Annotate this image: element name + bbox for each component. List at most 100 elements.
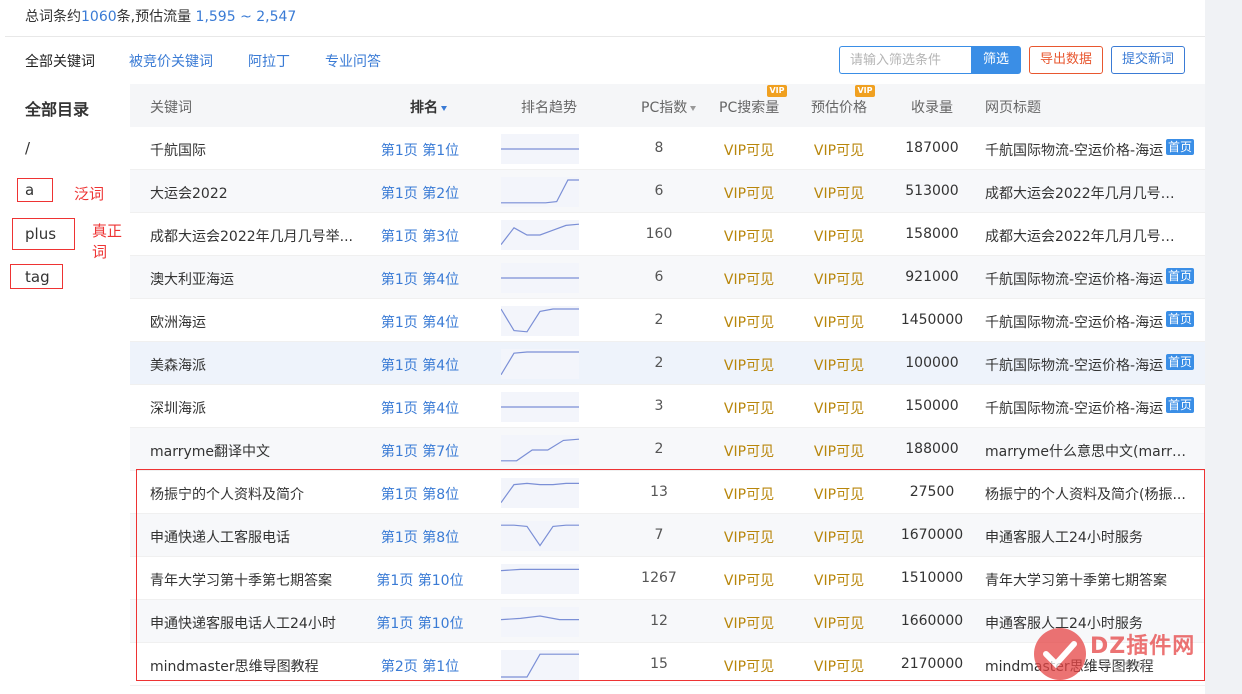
trend-sparkline	[501, 263, 579, 293]
keyword-cell[interactable]: 申通快递人工客服电话	[150, 527, 360, 547]
est-price-cell[interactable]: VIP可见	[800, 183, 878, 203]
trend-line-chart	[501, 406, 579, 408]
table-row[interactable]: 澳大利亚海运 第1页 第4位 6 VIP可见 VIP可见 921000 千航国际物流-空运价…	[130, 256, 1205, 299]
rank-cell: 第2页 第1位	[380, 659, 460, 675]
trend-line	[501, 223, 579, 245]
pc-search-cell[interactable]: VIP可见	[710, 527, 788, 547]
est-price-cell[interactable]: VIP可见	[800, 355, 878, 375]
keyword-cell[interactable]: 美森海派	[150, 355, 360, 375]
page-title-cell[interactable]: 千航国际物流-空运价格-海运	[985, 355, 1187, 375]
pc-search-cell[interactable]: VIP可见	[710, 355, 788, 375]
est-price-cell[interactable]: VIP可见	[800, 269, 878, 289]
trend-line	[501, 308, 579, 333]
est-price-cell[interactable]: VIP可见	[800, 484, 878, 504]
tab-aladdin[interactable]: 阿拉丁	[248, 51, 290, 71]
page-title-cell[interactable]: 千航国际物流-空运价格-海运	[985, 398, 1187, 418]
filter-button[interactable]: 筛选	[971, 46, 1021, 74]
keyword-cell[interactable]: 青年大学习第十季第七期答案	[150, 570, 360, 590]
page-title-cell[interactable]: marryme什么意思中文(marry...	[985, 441, 1187, 461]
page-title-cell[interactable]: 申通客服人工24小时服务	[985, 527, 1187, 547]
est-price-cell[interactable]: VIP可见	[800, 226, 878, 246]
indexed-count-cell: 27500	[909, 484, 955, 500]
tab-professional-qa[interactable]: 专业问答	[325, 51, 381, 71]
keyword-cell[interactable]: 杨振宁的个人资料及简介	[150, 484, 360, 504]
trend-line-chart	[501, 615, 579, 621]
tab-bidding-keywords[interactable]: 被竞价关键词	[129, 51, 213, 71]
keyword-cell[interactable]: 千航国际	[150, 140, 360, 160]
pc-index-cell: 6	[654, 269, 664, 285]
page-title-cell[interactable]: 千航国际物流-空运价格-海运	[985, 312, 1187, 332]
keyword-cell[interactable]: 欧洲海运	[150, 312, 360, 332]
col-trend: 排名趋势	[521, 100, 577, 116]
pc-search-cell[interactable]: VIP可见	[710, 312, 788, 332]
trend-sparkline	[501, 349, 579, 379]
sidebar-item-plus[interactable]: plus	[25, 225, 56, 243]
pc-search-cell[interactable]: VIP可见	[710, 484, 788, 504]
trend-sparkline	[501, 564, 579, 594]
submit-new-keyword-button[interactable]: 提交新词	[1111, 46, 1185, 74]
rank-cell: 第1页 第10位	[376, 573, 464, 589]
table-row[interactable]: 深圳海派 第1页 第4位 3 VIP可见 VIP可见 150000 千航国际物流-空运价格-…	[130, 385, 1205, 428]
indexed-count-cell: 513000	[905, 183, 959, 199]
sidebar-item-root[interactable]: /	[25, 139, 30, 157]
indexed-count-cell: 921000	[905, 269, 959, 285]
keyword-cell[interactable]: mindmaster思维导图教程	[150, 656, 360, 676]
export-data-button[interactable]: 导出数据	[1029, 46, 1103, 74]
table-row[interactable]: 大运会2022 第1页 第2位 6 VIP可见 VIP可见 513000 成都大运会2022…	[130, 170, 1205, 213]
pc-search-cell[interactable]: VIP可见	[710, 269, 788, 289]
col-rank[interactable]: 排名	[410, 97, 447, 117]
indexed-count-cell: 1450000	[900, 312, 964, 328]
est-price-cell[interactable]: VIP可见	[800, 613, 878, 633]
page-title-cell[interactable]: 千航国际物流-空运价格-海运	[985, 140, 1187, 160]
col-pc-index[interactable]: PC指数	[641, 97, 697, 117]
page-title-cell[interactable]: 千航国际物流-空运价格-海运	[985, 269, 1187, 289]
pc-search-cell[interactable]: VIP可见	[710, 398, 788, 418]
pc-search-cell[interactable]: VIP可见	[710, 183, 788, 203]
table-row[interactable]: 成都大运会2022年几月几号举... 第1页 第3位 160 VIP可见 VIP可见 15…	[130, 213, 1205, 256]
trend-line	[501, 653, 579, 678]
pc-search-cell[interactable]: VIP可见	[710, 226, 788, 246]
indexed-count-cell: 2170000	[900, 656, 964, 672]
table-row[interactable]: 千航国际 第1页 第1位 8 VIP可见 VIP可见 187000 千航国际物流-空运价格-…	[130, 127, 1205, 170]
rank-cell: 第1页 第1位	[380, 143, 460, 159]
pc-search-cell[interactable]: VIP可见	[710, 656, 788, 676]
est-price-cell[interactable]: VIP可见	[800, 398, 878, 418]
pc-search-cell[interactable]: VIP可见	[710, 613, 788, 633]
est-price-cell[interactable]: VIP可见	[800, 570, 878, 590]
filter-input[interactable]	[839, 46, 971, 74]
keyword-cell[interactable]: 深圳海派	[150, 398, 360, 418]
sidebar-item-tag[interactable]: tag	[25, 268, 50, 286]
keyword-table: 关键词 排名 排名趋势 PC指数 PC搜索量 VIP 预估价格 VIP 收录量 网页…	[130, 84, 1205, 686]
page-title-cell[interactable]: 成都大运会2022年几月几号举办	[985, 226, 1187, 246]
indexed-count-cell: 1510000	[900, 570, 964, 586]
est-price-cell[interactable]: VIP可见	[800, 140, 878, 160]
est-price-cell[interactable]: VIP可见	[800, 656, 878, 676]
est-price-cell[interactable]: VIP可见	[800, 527, 878, 547]
table-row[interactable]: 美森海派 第1页 第4位 2 VIP可见 VIP可见 100000 千航国际物流-空运价格-…	[130, 342, 1205, 385]
home-page-badge: 首页	[1166, 354, 1195, 370]
pc-index-cell: 3	[654, 398, 664, 414]
keyword-cell[interactable]: 大运会2022	[150, 183, 360, 203]
keyword-cell[interactable]: marryme翻译中文	[150, 441, 360, 461]
keyword-cell[interactable]: 澳大利亚海运	[150, 269, 360, 289]
sidebar-item-a[interactable]: a	[25, 181, 34, 199]
table-row[interactable]: 申通快递人工客服电话 第1页 第8位 7 VIP可见 VIP可见 1670000 申通客服人…	[130, 514, 1205, 557]
pc-search-cell[interactable]: VIP可见	[710, 570, 788, 590]
est-price-cell[interactable]: VIP可见	[800, 441, 878, 461]
col-pc-search: PC搜索量 VIP	[719, 85, 787, 117]
table-row[interactable]: 杨振宁的个人资料及简介 第1页 第8位 13 VIP可见 VIP可见 27500 杨振宁的个…	[130, 471, 1205, 514]
page-title-cell[interactable]: 青年大学习第十季第七期答案	[985, 570, 1187, 590]
pc-search-cell[interactable]: VIP可见	[710, 140, 788, 160]
page-title-cell[interactable]: 成都大运会2022年几月几号举办	[985, 183, 1187, 203]
page-title-cell[interactable]: 杨振宁的个人资料及简介(杨振...	[985, 484, 1187, 504]
table-row[interactable]: 青年大学习第十季第七期答案 第1页 第10位 1267 VIP可见 VIP可见 15100…	[130, 557, 1205, 600]
tab-all-keywords[interactable]: 全部关键词	[25, 51, 95, 71]
keyword-cell[interactable]: 申通快递客服电话人工24小时	[150, 613, 360, 633]
est-price-cell[interactable]: VIP可见	[800, 312, 878, 332]
pc-search-cell[interactable]: VIP可见	[710, 441, 788, 461]
table-row[interactable]: 欧洲海运 第1页 第4位 2 VIP可见 VIP可见 1450000 千航国际物流-空运价格…	[130, 299, 1205, 342]
pc-index-cell: 1267	[641, 570, 677, 586]
table-row[interactable]: marryme翻译中文 第1页 第7位 2 VIP可见 VIP可见 188000 marry…	[130, 428, 1205, 471]
trend-sparkline	[501, 521, 579, 551]
keyword-cell[interactable]: 成都大运会2022年几月几号举...	[150, 226, 360, 246]
